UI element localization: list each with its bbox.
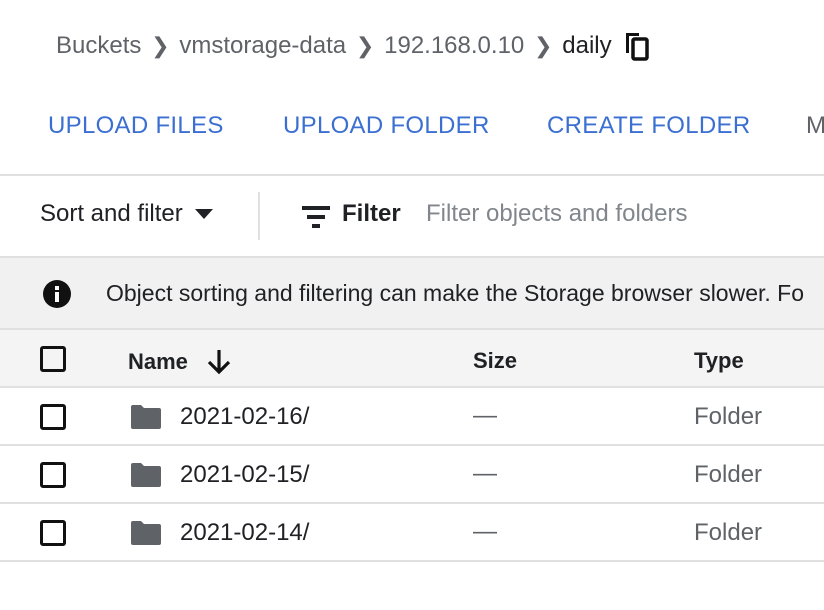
- column-header-name[interactable]: Name: [128, 348, 232, 376]
- caret-down-icon: [194, 209, 213, 219]
- more-actions-button[interactable]: M: [806, 112, 824, 140]
- filter-toolbar: Sort and filter Filter: [0, 176, 824, 256]
- folder-icon: [131, 463, 161, 487]
- row-size: —: [473, 518, 497, 545]
- arrow-down-icon: [206, 348, 232, 376]
- row-name-link[interactable]: 2021-02-15/: [180, 461, 309, 489]
- info-banner: Object sorting and filtering can make th…: [0, 256, 824, 330]
- sort-and-filter-label: Sort and filter: [40, 200, 183, 227]
- breadcrumb-item-folder[interactable]: 192.168.0.10: [384, 32, 524, 60]
- row-type: Folder: [694, 519, 763, 546]
- table-row[interactable]: 2021-02-15/ — Folder: [0, 446, 824, 504]
- upload-files-button[interactable]: UPLOAD FILES: [48, 112, 224, 140]
- row-size: —: [473, 460, 497, 487]
- action-bar: UPLOAD FILES UPLOAD FOLDER CREATE FOLDER…: [0, 100, 824, 152]
- column-name-label: Name: [128, 349, 188, 374]
- chevron-right-icon: ❯: [355, 33, 375, 58]
- create-folder-button[interactable]: CREATE FOLDER: [547, 112, 750, 140]
- objects-table: Name Size Type 2021-02-16/ — Folder 2021…: [0, 330, 824, 562]
- chevron-right-icon: ❯: [534, 33, 553, 58]
- row-checkbox[interactable]: [40, 404, 66, 430]
- row-size: —: [473, 402, 497, 429]
- table-header: Name Size Type: [0, 330, 824, 388]
- toolbar-divider: [258, 192, 260, 240]
- column-header-type[interactable]: Type: [694, 348, 744, 374]
- row-checkbox[interactable]: [40, 462, 66, 488]
- copy-icon[interactable]: [624, 31, 650, 61]
- chevron-right-icon: ❯: [151, 33, 170, 58]
- row-type: Folder: [694, 403, 763, 430]
- breadcrumb-item-current: daily: [562, 32, 612, 59]
- table-row[interactable]: 2021-02-16/ — Folder: [0, 388, 824, 446]
- sort-and-filter-dropdown[interactable]: Sort and filter: [40, 200, 213, 228]
- filter-label: Filter: [342, 200, 401, 227]
- row-name-link[interactable]: 2021-02-14/: [180, 519, 309, 547]
- breadcrumb-item-bucket[interactable]: vmstorage-data: [179, 32, 346, 60]
- row-type: Folder: [694, 461, 763, 488]
- folder-icon: [131, 521, 161, 545]
- select-all-checkbox[interactable]: [40, 346, 66, 372]
- column-header-size[interactable]: Size: [473, 348, 517, 374]
- breadcrumb: Buckets ❯ vmstorage-data ❯ 192.168.0.10 …: [56, 28, 650, 64]
- filter-input[interactable]: [426, 196, 816, 232]
- banner-text: Object sorting and filtering can make th…: [106, 280, 805, 306]
- table-row[interactable]: 2021-02-14/ — Folder: [0, 504, 824, 562]
- filter-icon: [302, 206, 330, 228]
- row-name-link[interactable]: 2021-02-16/: [180, 403, 309, 431]
- folder-icon: [131, 405, 161, 429]
- info-icon: [43, 280, 71, 308]
- breadcrumb-item-buckets[interactable]: Buckets: [56, 32, 141, 60]
- row-checkbox[interactable]: [40, 520, 66, 546]
- upload-folder-button[interactable]: UPLOAD FOLDER: [283, 112, 490, 140]
